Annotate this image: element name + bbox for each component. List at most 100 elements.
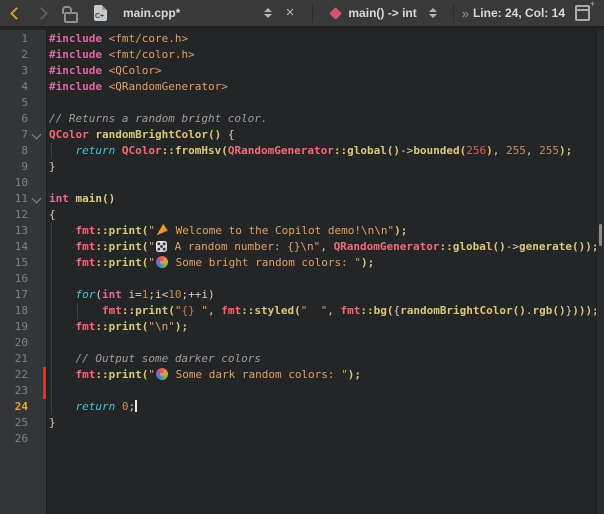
party-popper-emoji xyxy=(156,224,168,236)
code-line[interactable]: 3#include <QColor> xyxy=(0,63,596,79)
token: A random number: {}\n" xyxy=(168,240,320,253)
token: ::print( xyxy=(95,320,148,333)
code-text: // Returns a random bright color. xyxy=(49,111,268,127)
token: ); xyxy=(559,144,572,157)
token: } xyxy=(49,160,56,173)
line-number[interactable]: 1 xyxy=(0,31,28,47)
toolbar-right-group: × main() -> int » Line: 24, Col: 14 xyxy=(256,4,600,23)
overflow-chevrons-icon[interactable]: » xyxy=(462,6,469,21)
code-lines[interactable]: 1#include <fmt/core.h>2#include <fmt/col… xyxy=(0,31,596,447)
symbol-dropdown-button[interactable] xyxy=(429,8,437,18)
line-number[interactable]: 12 xyxy=(0,207,28,223)
line-number[interactable]: 24 xyxy=(0,399,28,415)
editor-window: main.cpp* × main() -> int » Line: 24, Co… xyxy=(0,0,604,514)
line-number[interactable]: 15 xyxy=(0,255,28,271)
line-number[interactable]: 13 xyxy=(0,223,28,239)
code-line[interactable]: 17 for(int i=1;i<10;++i) xyxy=(0,287,596,303)
token: QRandomGenerator xyxy=(334,240,440,253)
line-number[interactable]: 21 xyxy=(0,351,28,367)
line-number[interactable]: 17 xyxy=(0,287,28,303)
scrollbar-track[interactable] xyxy=(596,30,604,514)
line-number[interactable]: 25 xyxy=(0,415,28,431)
code-line[interactable]: 12 { xyxy=(0,207,596,223)
token: 0 xyxy=(122,400,129,413)
code-line[interactable]: 4#include <QRandomGenerator> xyxy=(0,79,596,95)
token: i= xyxy=(122,288,142,301)
chevron-down-icon[interactable] xyxy=(32,194,42,204)
token: // Returns a random bright color. xyxy=(49,112,268,125)
code-line[interactable]: 24 return 0; xyxy=(0,399,596,415)
line-number[interactable]: 19 xyxy=(0,319,28,335)
close-document-button[interactable]: × xyxy=(286,4,295,21)
document-dropdown-button[interactable] xyxy=(264,8,272,18)
code-line[interactable]: 9} xyxy=(0,159,596,175)
token: , xyxy=(327,304,340,317)
line-number[interactable]: 10 xyxy=(0,175,28,191)
token: Some bright random colors: " xyxy=(169,256,361,269)
code-text: { xyxy=(49,207,56,223)
code-line[interactable]: 26 xyxy=(0,431,596,447)
token: ::print( xyxy=(122,304,175,317)
readonly-lock-icon[interactable] xyxy=(64,12,78,23)
code-line[interactable]: 6 // Returns a random bright color. xyxy=(0,111,596,127)
line-number[interactable]: 6 xyxy=(0,111,28,127)
code-line[interactable]: 10 xyxy=(0,175,596,191)
line-number[interactable]: 7 xyxy=(0,127,28,143)
token: " xyxy=(148,256,155,269)
line-number[interactable]: 20 xyxy=(0,335,28,351)
code-line[interactable]: 23 xyxy=(0,383,596,399)
token: 256 xyxy=(466,144,486,157)
changed-line-marker xyxy=(43,383,46,399)
line-number[interactable]: 23 xyxy=(0,383,28,399)
code-line[interactable]: 7QColor randomBrightColor() { xyxy=(0,127,596,143)
token: randomBrightColor() xyxy=(400,304,526,317)
code-line[interactable]: 25} xyxy=(0,415,596,431)
token: randomBrightColor() xyxy=(95,128,221,141)
symbol-diamond-icon xyxy=(330,7,343,20)
code-line[interactable]: 5 xyxy=(0,95,596,111)
code-line[interactable]: 8 return QColor::fromHsv(QRandomGenerato… xyxy=(0,143,596,159)
line-number[interactable]: 18 xyxy=(0,303,28,319)
code-line[interactable]: 1#include <fmt/core.h> xyxy=(0,31,596,47)
code-line[interactable]: 13 fmt::print(" Welcome to the Copilot d… xyxy=(0,223,596,239)
code-line[interactable]: 2#include <fmt/color.h> xyxy=(0,47,596,63)
back-button[interactable] xyxy=(0,1,21,25)
line-number[interactable]: 5 xyxy=(0,95,28,111)
code-text: fmt::print(" A random number: {}\n", QRa… xyxy=(49,239,599,255)
line-number[interactable]: 8 xyxy=(0,143,28,159)
line-number[interactable]: 4 xyxy=(0,79,28,95)
line-number[interactable]: 9 xyxy=(0,159,28,175)
token: fmt xyxy=(340,304,360,317)
chevron-down-icon[interactable] xyxy=(32,130,42,140)
line-number[interactable]: 3 xyxy=(0,63,28,79)
code-line[interactable]: 18 fmt::print("{} ", fmt::styled(" ", fm… xyxy=(0,303,596,319)
token: -> xyxy=(506,240,519,253)
scrollbar-marker[interactable] xyxy=(599,224,602,246)
token: , xyxy=(493,144,506,157)
symbol-selector[interactable]: main() -> int xyxy=(348,6,416,20)
token: fmt xyxy=(102,304,122,317)
code-line[interactable]: 11int main() xyxy=(0,191,596,207)
line-number[interactable]: 16 xyxy=(0,271,28,287)
forward-button[interactable] xyxy=(21,1,46,25)
code-line[interactable]: 15 fmt::print(" Some bright random color… xyxy=(0,255,596,271)
code-line[interactable]: 22 fmt::print(" Some dark random colors:… xyxy=(0,367,596,383)
code-line[interactable]: 19 fmt::print("\n"); xyxy=(0,319,596,335)
code-editor[interactable]: 1#include <fmt/core.h>2#include <fmt/col… xyxy=(0,30,604,514)
token: bounded( xyxy=(413,144,466,157)
code-line[interactable]: 14 fmt::print(" A random number: {}\n", … xyxy=(0,239,596,255)
code-line[interactable]: 16 xyxy=(0,271,596,287)
token xyxy=(49,240,76,253)
token: #include xyxy=(49,48,102,61)
token xyxy=(49,368,76,381)
split-editor-button[interactable] xyxy=(575,5,590,21)
line-number[interactable]: 2 xyxy=(0,47,28,63)
token xyxy=(102,80,109,93)
line-number[interactable]: 11 xyxy=(0,191,28,207)
token: { xyxy=(49,208,56,221)
code-line[interactable]: 20 xyxy=(0,335,596,351)
line-number[interactable]: 22 xyxy=(0,367,28,383)
line-number[interactable]: 14 xyxy=(0,239,28,255)
line-number[interactable]: 26 xyxy=(0,431,28,447)
code-line[interactable]: 21 // Output some darker colors xyxy=(0,351,596,367)
